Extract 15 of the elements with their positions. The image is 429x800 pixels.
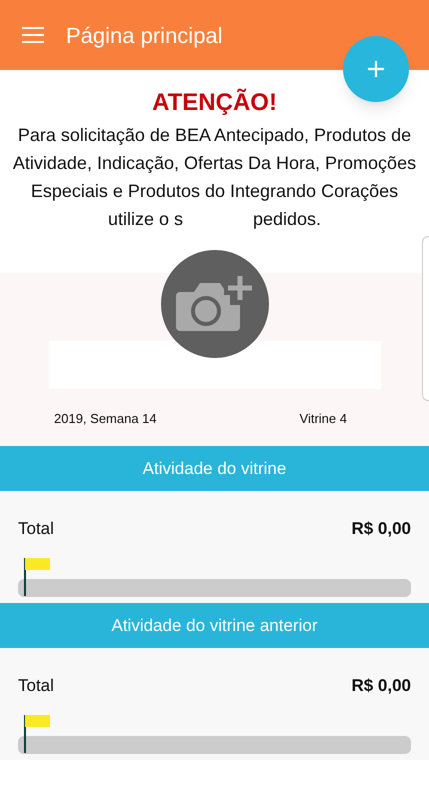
week-label: 2019, Semana 14 [54, 410, 157, 428]
total-label: Total [18, 675, 54, 697]
section-header: Atividade do vitrine anterior [0, 603, 429, 648]
notice-text-start: utilize o s [108, 208, 183, 231]
notice-text-end: pedidos. [252, 208, 322, 231]
vitrine-label: Vitrine 4 [300, 410, 348, 428]
page-title: Página principal [66, 22, 223, 50]
menu-icon[interactable] [22, 27, 44, 43]
notice-title: ATENÇÃO! [152, 88, 277, 118]
total-label: Total [18, 518, 54, 540]
camera-plus-icon [176, 274, 254, 334]
total-amount: R$ 0,00 [351, 675, 411, 697]
plus-icon [367, 60, 385, 78]
section-header: Atividade do vitrine [0, 446, 429, 491]
total-amount: R$ 0,00 [351, 518, 411, 540]
